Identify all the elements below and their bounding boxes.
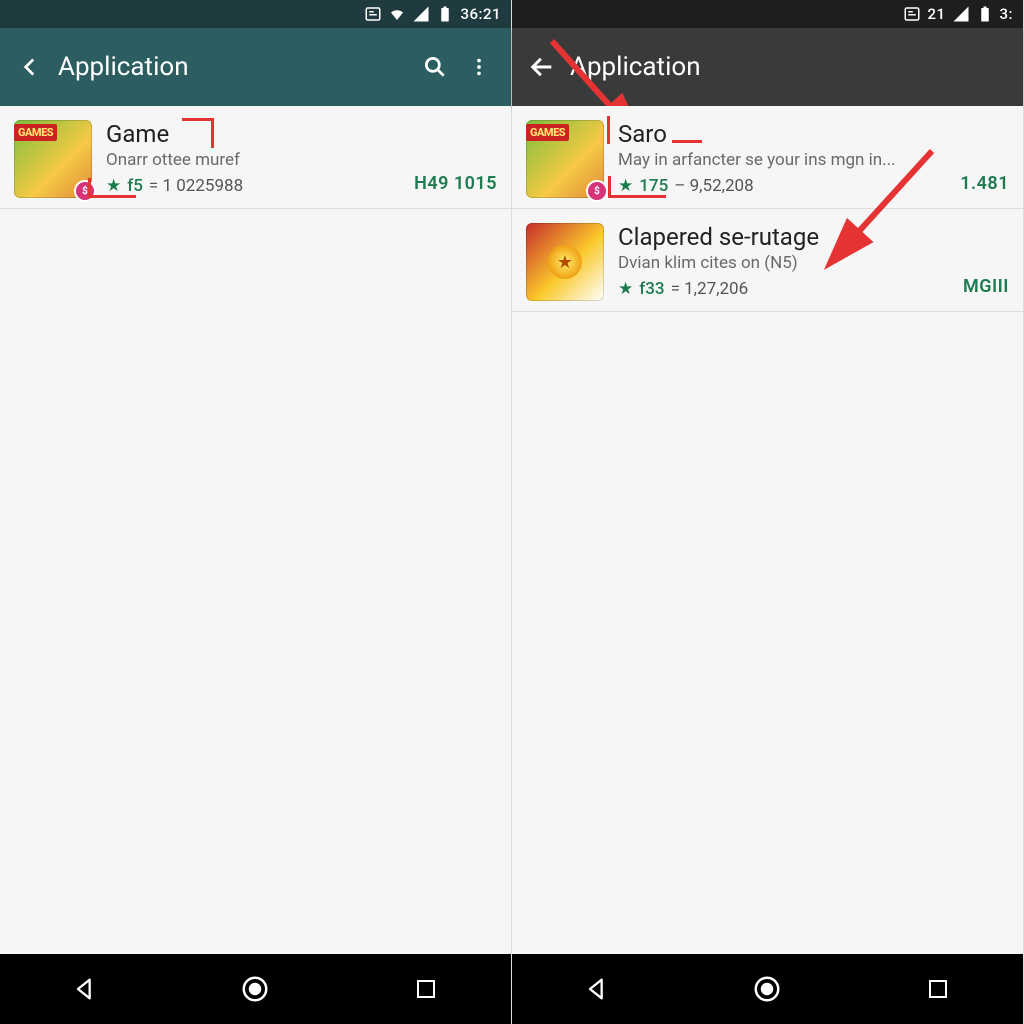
app-title: Application (58, 52, 413, 82)
wifi-icon (388, 5, 406, 23)
nav-back[interactable] (567, 969, 627, 1009)
item-rating: f5 (127, 176, 143, 196)
app-title: Application (570, 52, 1013, 82)
item-stats: ★ 175 – 9,52,208 (618, 176, 1009, 196)
nav-home[interactable] (225, 969, 285, 1009)
item-count: – 9,52,208 (674, 176, 753, 196)
item-price: H49 1015 (414, 173, 497, 194)
notif-icon (364, 5, 382, 23)
star-icon: ★ (618, 279, 633, 299)
list-item[interactable]: ★ Clapered se-rutage Dvian klim cites on… (512, 209, 1023, 312)
status-time: 36:21 (460, 5, 501, 23)
app-thumbnail: ★ (526, 223, 604, 301)
item-subtitle: Dvian klim cites on (N5) (618, 253, 1009, 273)
nav-bar (512, 954, 1023, 1024)
item-count: = 1 0225988 (149, 176, 243, 196)
back-button[interactable] (522, 47, 562, 87)
item-title: Saro (618, 120, 1009, 148)
item-info: Clapered se-rutage Dvian klim cites on (… (618, 223, 1009, 301)
list: GAMES $ Game Onarr ottee muref ★ f5 = 1 … (0, 106, 511, 954)
item-title: Clapered se-rutage (618, 223, 1009, 251)
thumb-label: GAMES (14, 124, 57, 141)
thumb-badge: $ (74, 180, 96, 202)
screen-right: 21 3: Application GAMES $ Saro May in ar… (512, 0, 1024, 1024)
item-title: Game (106, 120, 497, 148)
status-bar: 21 3: (512, 0, 1023, 28)
item-stats: ★ f33 = 1,27,206 (618, 279, 1009, 299)
nav-recent[interactable] (396, 969, 456, 1009)
nav-bar (0, 954, 511, 1024)
status-bar: 36:21 (0, 0, 511, 28)
app-thumbnail: GAMES $ (526, 120, 604, 198)
app-bar: Application (512, 28, 1023, 106)
item-price: MGIII (963, 276, 1009, 297)
overflow-button[interactable] (457, 45, 501, 89)
list-item[interactable]: GAMES $ Game Onarr ottee muref ★ f5 = 1 … (0, 106, 511, 209)
nav-home[interactable] (737, 969, 797, 1009)
nav-back[interactable] (55, 969, 115, 1009)
status-time: 3: (1000, 5, 1013, 23)
star-icon: ★ (618, 176, 633, 196)
item-info: Saro May in arfancter se your ins mgn in… (618, 120, 1009, 198)
thumb-label: GAMES (526, 124, 569, 141)
battery-icon (976, 5, 994, 23)
notif-icon (903, 5, 921, 23)
item-subtitle: May in arfancter se your ins mgn in... (618, 150, 1009, 170)
back-button[interactable] (10, 47, 50, 87)
list: GAMES $ Saro May in arfancter se your in… (512, 106, 1023, 954)
screen-left: 36:21 Application GAMES $ Game Onarr ott… (0, 0, 512, 1024)
signal-icon (412, 5, 430, 23)
item-rating: 175 (639, 176, 668, 196)
app-bar: Application (0, 28, 511, 106)
search-button[interactable] (413, 45, 457, 89)
nav-recent[interactable] (908, 969, 968, 1009)
thumb-badge: $ (586, 180, 608, 202)
list-item[interactable]: GAMES $ Saro May in arfancter se your in… (512, 106, 1023, 209)
item-subtitle: Onarr ottee muref (106, 150, 497, 170)
star-icon: ★ (106, 176, 121, 196)
item-count: = 1,27,206 (671, 279, 749, 299)
signal-icon (952, 5, 970, 23)
star-icon: ★ (548, 245, 582, 279)
battery-icon (436, 5, 454, 23)
app-thumbnail: GAMES $ (14, 120, 92, 198)
item-rating: f33 (639, 279, 664, 299)
item-price: 1.481 (960, 173, 1009, 194)
status-signal: 21 (927, 5, 945, 23)
